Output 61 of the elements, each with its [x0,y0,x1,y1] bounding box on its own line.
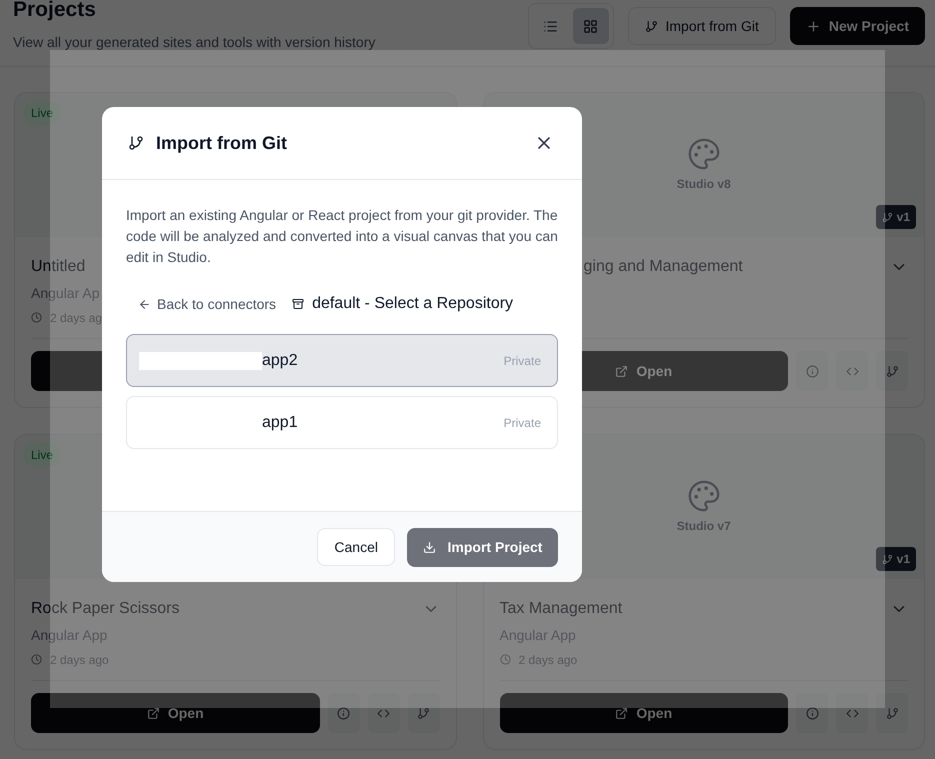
download-icon [422,540,436,554]
project-title: Tax Management [500,599,622,619]
code-icon [377,706,390,720]
cancel-button[interactable]: Cancel [317,528,395,566]
info-button[interactable] [796,693,828,733]
project-title: ging and Management [582,257,743,277]
live-badge: Live [23,101,62,125]
code-button[interactable] [836,693,868,733]
info-icon [806,706,818,720]
project-title: Untitled [31,257,86,277]
grid-view-icon [583,18,598,34]
visibility-label: Private [504,414,541,432]
plus-icon [806,18,821,34]
branch-icon [882,554,893,564]
visibility-label: Private [504,352,541,370]
external-link-icon [615,706,628,720]
version-badge: v1 [876,205,916,229]
palette-icon [686,137,721,171]
version-badge: v1 [876,547,916,571]
back-link[interactable]: Back to connectors [138,294,276,314]
live-badge: Live [23,443,62,467]
info-button[interactable] [796,351,828,391]
branch-button[interactable] [876,693,908,733]
branch-icon [644,20,658,32]
code-icon [846,364,858,378]
info-icon [337,706,350,720]
code-button[interactable] [368,693,400,733]
dialog-title: Import from Git [156,132,287,155]
palette-icon [686,479,721,513]
clock-icon [31,312,42,323]
bucket-icon [292,298,304,310]
branch-icon [882,212,893,222]
project-title: Rock Paper Scissors [31,599,180,619]
import-from-git-button[interactable]: Import from Git [628,7,776,45]
branch-icon [886,364,898,378]
clock-icon [500,654,510,665]
external-link-icon [146,706,160,720]
info-icon [806,364,818,378]
external-link-icon [615,364,628,378]
branch-button[interactable] [408,693,440,733]
list-view-icon [543,18,558,34]
open-button[interactable]: Open [500,693,788,733]
branch-icon [128,135,144,151]
info-button[interactable] [328,693,360,733]
open-button[interactable]: Open [31,693,320,733]
clock-icon [31,654,42,665]
branch-icon [417,706,430,720]
page-title: Projects [13,0,97,23]
code-icon [846,706,858,720]
repository-name: app2 [262,350,298,370]
repository-row[interactable]: app2 Private [126,334,558,387]
dialog-description: Import an existing Angular or React project from your git provider. The code will be analyzed and converted into a visual canvas that you can edit in Studio. [126,206,558,267]
page-subtitle: View all your generated sites and tools with version history [13,32,376,52]
new-project-button[interactable]: New Project [790,7,925,45]
repository-row[interactable]: app1 Private [126,396,558,449]
branch-icon [886,706,898,720]
repository-name: app1 [262,412,298,432]
branch-button[interactable] [876,351,908,391]
view-toggle-option[interactable] [572,8,608,44]
arrow-left-icon [138,298,151,310]
source-title: default - Select a Repository [312,294,514,314]
